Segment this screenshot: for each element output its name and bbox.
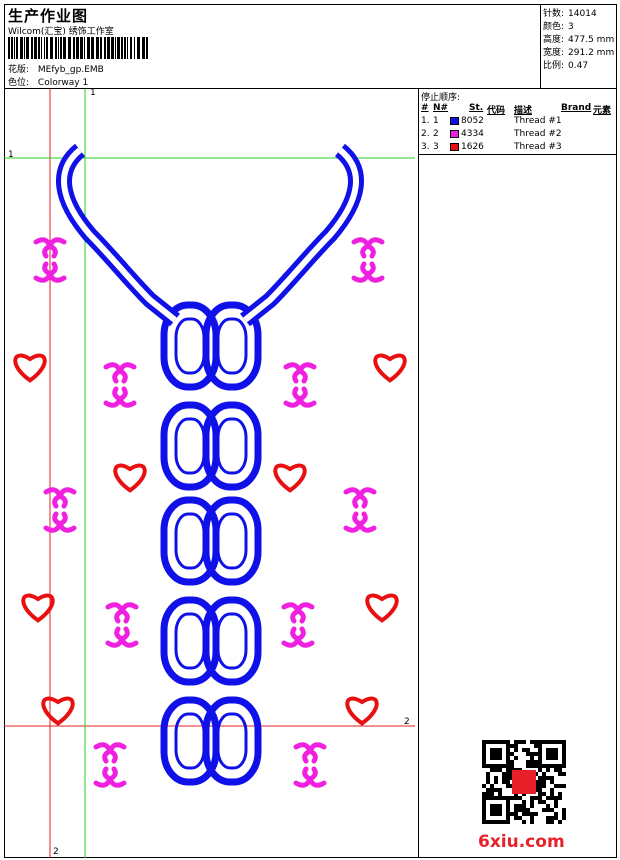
swirl-motif xyxy=(103,362,124,384)
chain-strap-right xyxy=(240,143,364,327)
swirl-motif xyxy=(43,511,64,533)
swirl-motif xyxy=(364,261,385,283)
swirl-motif xyxy=(93,766,114,788)
swirl-motif xyxy=(56,487,77,509)
swirl-motif xyxy=(343,511,364,533)
heart-motif xyxy=(345,696,379,726)
swirl-motif xyxy=(116,386,137,408)
swirl-motif xyxy=(364,237,385,259)
swirl-motif xyxy=(356,511,377,533)
swirl-motif xyxy=(281,626,302,648)
swirl-motif xyxy=(118,602,139,624)
chain-link-inner xyxy=(174,612,206,670)
swirl-motif xyxy=(43,487,64,509)
guide-label-right: 2 xyxy=(404,717,410,727)
swirl-motif xyxy=(281,602,302,624)
swirl-motif xyxy=(306,742,327,764)
swirl-motif xyxy=(46,237,67,259)
chain-link-inner xyxy=(216,417,248,475)
swirl-motif xyxy=(93,742,114,764)
swirl-motif xyxy=(293,766,314,788)
chain-link-inner xyxy=(174,417,206,475)
swirl-motif xyxy=(103,386,124,408)
heart-motif xyxy=(373,353,407,383)
chain-link-inner xyxy=(216,317,248,375)
swirl-motif xyxy=(351,237,372,259)
swirl-motif xyxy=(56,511,77,533)
swirl-motif xyxy=(296,386,317,408)
qr-code-icon xyxy=(482,740,566,824)
swirl-motif xyxy=(356,487,377,509)
chain-link-inner xyxy=(216,512,248,570)
swirl-motif xyxy=(116,362,137,384)
guide-label-left: 1 xyxy=(8,150,14,160)
swirl-motif xyxy=(33,261,54,283)
embroidery-preview xyxy=(4,89,415,858)
swirl-motif xyxy=(105,602,126,624)
swirl-motif xyxy=(283,386,304,408)
swirl-motif xyxy=(106,742,127,764)
chain-link-inner xyxy=(216,712,248,770)
swirl-motif xyxy=(293,742,314,764)
chain-link-inner xyxy=(216,612,248,670)
swirl-motif xyxy=(118,626,139,648)
guide-label-top: 1 xyxy=(90,88,96,98)
chain-link-inner xyxy=(174,317,206,375)
swirl-motif xyxy=(33,237,54,259)
heart-motif xyxy=(365,593,399,623)
chain-link-inner xyxy=(174,512,206,570)
watermark-logo: 6xiu.com xyxy=(478,832,565,852)
swirl-motif xyxy=(105,626,126,648)
swirl-motif xyxy=(351,261,372,283)
swirl-motif xyxy=(294,626,315,648)
chain-strap-left xyxy=(56,143,180,327)
swirl-motif xyxy=(296,362,317,384)
swirl-motif xyxy=(294,602,315,624)
swirl-motif xyxy=(106,766,127,788)
heart-motif xyxy=(13,353,47,383)
heart-motif xyxy=(21,593,55,623)
heart-motif xyxy=(41,696,75,726)
swirl-motif xyxy=(306,766,327,788)
swirl-motif xyxy=(343,487,364,509)
swirl-motif xyxy=(283,362,304,384)
heart-motif xyxy=(273,463,307,493)
swirl-motif xyxy=(46,261,67,283)
heart-motif xyxy=(113,463,147,493)
chain-link-inner xyxy=(174,712,206,770)
guide-label-bottom: 2 xyxy=(53,847,59,857)
